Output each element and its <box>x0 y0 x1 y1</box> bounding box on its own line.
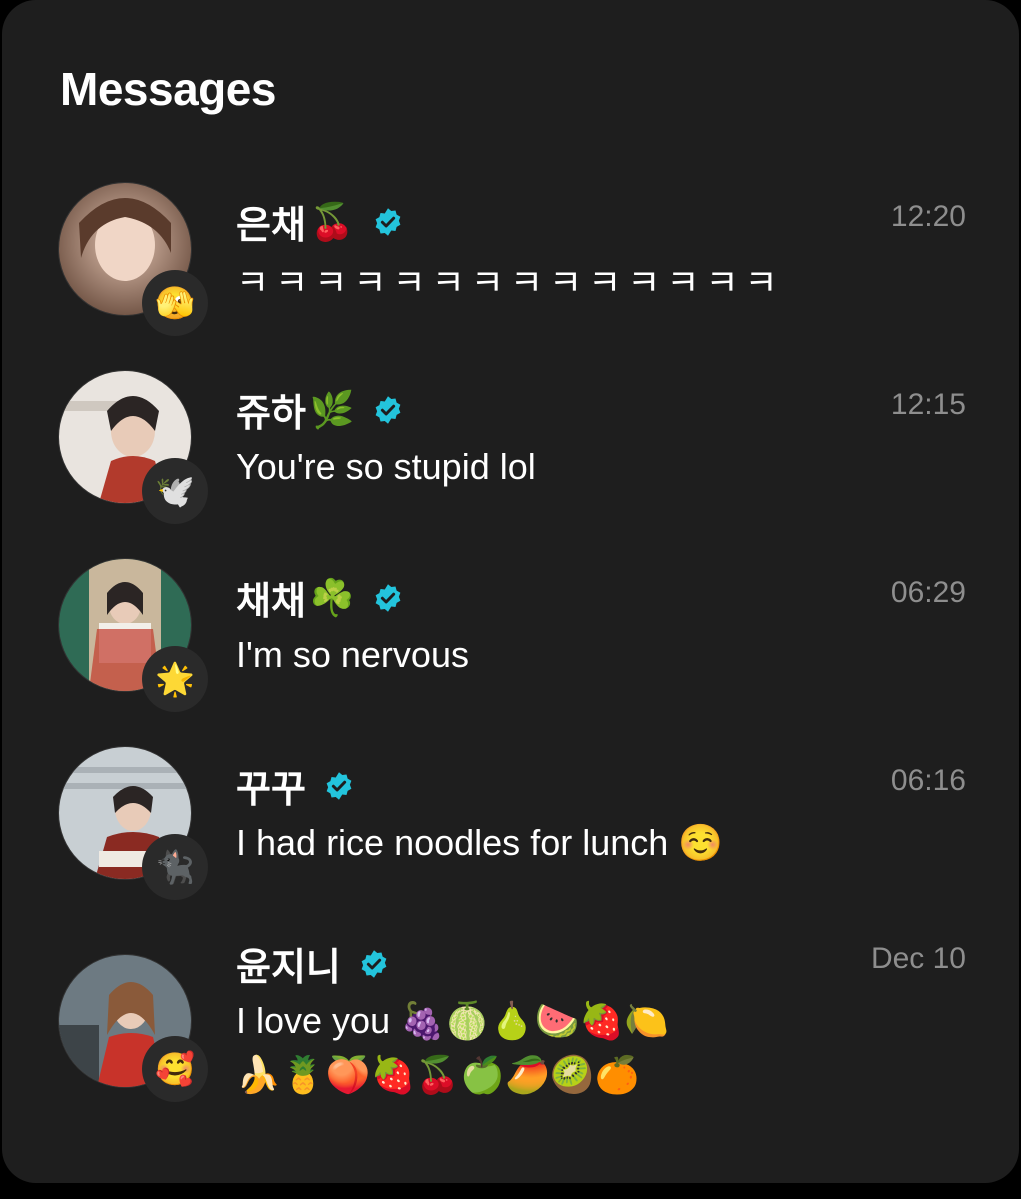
status-emoji-icon: 🫣 <box>142 270 208 336</box>
status-emoji-icon: 🕊️ <box>142 458 208 524</box>
verified-badge-icon <box>326 771 352 800</box>
name-emoji-icon: ☘️ <box>309 577 355 619</box>
contact-name: 윤지니 <box>236 936 389 991</box>
message-preview: You're so stupid lol <box>236 446 536 487</box>
status-emoji-icon: 🌟 <box>142 646 208 712</box>
contact-name: 은채 🍒 <box>236 194 403 249</box>
message-preview: I had rice noodles for lunch ☺️ <box>236 822 724 863</box>
verified-badge-icon <box>375 583 401 612</box>
conversation-row[interactable]: 🫣 은채 🍒 12:20 ㅋㅋㅋㅋㅋㅋㅋㅋㅋㅋㅋㅋㅋㅋ <box>2 170 1019 336</box>
verified-badge-icon <box>375 207 401 236</box>
contact-name-text: 윤지니 <box>236 945 341 989</box>
status-emoji-icon: 🐈‍⬛ <box>142 834 208 900</box>
conversation-row[interactable]: 🌟 채채 ☘️ 06:29 I'm so nervous <box>2 546 1019 712</box>
contact-name-text: 은채 <box>236 203 306 247</box>
messages-panel: Messages 🫣 은채 🍒 12:20 ㅋㅋㅋㅋㅋㅋㅋㅋㅋㅋㅋㅋㅋㅋ 🕊️ … <box>2 0 1019 1183</box>
status-emoji-icon: 🥰 <box>142 1036 208 1102</box>
verified-badge-icon <box>361 949 387 978</box>
conversation-row[interactable]: 🥰 윤지니 Dec 10 I love you 🍇🍈🍐🍉🍓🍋 🍌🍍🍑🍓🍒🍏🥭🥝🍊 <box>2 924 1019 1124</box>
conversation-row[interactable]: 🕊️ 쥬하 🌿 12:15 You're so stupid lol <box>2 358 1019 524</box>
message-time: 06:29 <box>890 576 966 609</box>
contact-name: 채채 ☘️ <box>236 570 403 625</box>
message-preview-line-2: 🍌🍍🍑🍓🍒🍏🥭🥝🍊 <box>236 1054 640 1095</box>
contact-name-text: 꾸꾸 <box>236 767 306 811</box>
name-emoji-icon: 🍒 <box>309 201 355 243</box>
message-time: 06:16 <box>890 764 966 797</box>
page-title: Messages <box>60 63 276 115</box>
contact-name-text: 쥬하 <box>236 391 306 435</box>
contact-name: 꾸꾸 <box>236 758 354 813</box>
message-time: Dec 10 <box>870 942 966 975</box>
conversation-row[interactable]: 🐈‍⬛ 꾸꾸 06:16 I had rice noodles for lunc… <box>2 734 1019 900</box>
message-preview: I love you 🍇🍈🍐🍉🍓🍋 <box>236 1000 670 1041</box>
contact-name-text: 채채 <box>236 579 306 623</box>
contact-name: 쥬하 🌿 <box>236 382 403 437</box>
message-preview: I'm so nervous <box>236 634 469 675</box>
message-preview: ㅋㅋㅋㅋㅋㅋㅋㅋㅋㅋㅋㅋㅋㅋ <box>236 263 784 304</box>
message-time: 12:20 <box>890 200 966 233</box>
name-emoji-icon: 🌿 <box>309 389 355 431</box>
message-time: 12:15 <box>890 388 966 421</box>
verified-badge-icon <box>375 395 401 424</box>
